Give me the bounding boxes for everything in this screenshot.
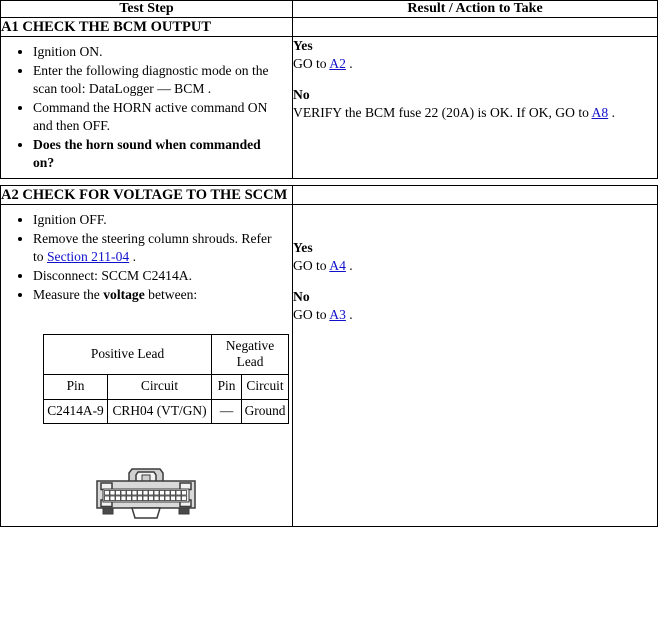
header-test-step: Test Step <box>0 0 293 19</box>
section-body-row-a2: Ignition OFF. Remove the steering column… <box>0 203 658 527</box>
list-item: Command the HORN active command ON and t… <box>33 99 284 135</box>
result-spacer <box>293 73 657 86</box>
result-yes-label: Yes <box>293 239 313 255</box>
step-title-a1: A1 CHECK THE BCM OUTPUT <box>0 17 293 38</box>
link-section-211-04[interactable]: Section 211-04 <box>47 249 129 264</box>
header-result-action: Result / Action to Take <box>292 0 658 19</box>
result-top-spacer <box>293 205 657 239</box>
result-yes-text-after: . <box>345 56 353 72</box>
result-no-text-after: . <box>608 105 615 121</box>
result-no-text-before: GO to <box>293 307 330 323</box>
lead-table-wrapper: Positive Lead Negative Lead Pin Circuit … <box>1 310 292 424</box>
result-yes-action: GO to A4 . <box>293 257 657 275</box>
step-list-a1: Ignition ON. Enter the following diagnos… <box>1 43 292 172</box>
section-body-row-a1: Ignition ON. Enter the following diagnos… <box>0 36 658 179</box>
step-title-a2-result-blank <box>292 184 658 205</box>
lead-subheader-pos-pin: Pin <box>43 374 108 400</box>
step-title-a2: A2 CHECK FOR VOLTAGE TO THE SCCM <box>0 184 293 205</box>
step-body-a1: Ignition ON. Enter the following diagnos… <box>0 36 293 179</box>
step-text: Measure the <box>33 286 104 302</box>
table-header-row: Test Step Result / Action to Take <box>0 0 658 19</box>
result-yes-text-before: GO to <box>293 56 330 72</box>
lead-header-positive: Positive Lead <box>42 333 213 376</box>
document-page: Test Step Result / Action to Take A1 CHE… <box>0 0 665 621</box>
lead-sub-header-row: Pin Circuit Pin Circuit <box>43 374 290 400</box>
list-item: Ignition OFF. <box>33 211 284 229</box>
step-text-after: . <box>129 248 136 264</box>
lead-subheader-pos-circuit: Circuit <box>106 374 213 400</box>
step-emphasis: voltage <box>103 286 145 302</box>
lead-cell-neg-pin: — <box>211 398 243 424</box>
result-yes-label: Yes <box>293 38 313 54</box>
lead-subheader-neg-circuit: Circuit <box>241 374 290 400</box>
list-item: Remove the steering column shrouds. Refe… <box>33 230 284 266</box>
connector-image-wrapper <box>1 424 292 526</box>
result-cell-a1: Yes GO to A2 . No VERIFY the BCM fuse 22… <box>292 36 658 179</box>
section-title-row-a2: A2 CHECK FOR VOLTAGE TO THE SCCM <box>0 184 658 205</box>
diagnostic-procedure-table-a2: A2 CHECK FOR VOLTAGE TO THE SCCM Ignitio… <box>0 184 658 527</box>
connector-image-inner <box>90 466 292 526</box>
list-item: Enter the following diagnostic mode on t… <box>33 62 284 98</box>
lead-header-negative: Negative Lead <box>211 333 290 376</box>
result-no-action: VERIFY the BCM fuse 22 (20A) is OK. If O… <box>293 104 657 122</box>
step-list-a2: Ignition OFF. Remove the steering column… <box>1 211 292 304</box>
result-yes-text-after: . <box>345 257 353 273</box>
lead-subheader-neg-pin: Pin <box>211 374 243 400</box>
section-title-row-a1: A1 CHECK THE BCM OUTPUT <box>0 17 658 38</box>
result-no-text-before: VERIFY the BCM fuse 22 (20A) is OK. If O… <box>293 105 592 121</box>
result-spacer <box>293 275 657 288</box>
lead-cell-pos-pin: C2414A-9 <box>43 398 108 424</box>
lead-group-header-row: Positive Lead Negative Lead <box>42 333 290 376</box>
link-a3[interactable]: A3 <box>329 307 346 322</box>
list-item: Measure the voltage between: <box>33 286 284 304</box>
list-item: Ignition ON. <box>33 43 284 61</box>
link-a8[interactable]: A8 <box>592 105 609 120</box>
list-item: Does the horn sound when commanded on? <box>33 136 284 172</box>
lead-measurement-table: Positive Lead Negative Lead Pin Circuit … <box>42 333 290 424</box>
lead-cell-pos-circuit: CRH04 (VT/GN) <box>106 398 213 424</box>
result-yes-action: GO to A2 . <box>293 55 657 73</box>
result-no-label: No <box>293 289 310 305</box>
step-title-a1-result-blank <box>292 17 658 38</box>
result-no-action: GO to A3 . <box>293 306 657 324</box>
table-row: C2414A-9 CRH04 (VT/GN) — Ground <box>43 398 290 424</box>
step-text-after: between: <box>144 286 198 302</box>
link-a4[interactable]: A4 <box>329 258 346 273</box>
result-no-text-after: . <box>345 307 353 323</box>
connector-pinout-icon <box>96 468 196 519</box>
step-body-a2: Ignition OFF. Remove the steering column… <box>0 203 293 527</box>
lead-cell-neg-circuit: Ground <box>241 398 290 424</box>
result-cell-a2: Yes GO to A4 . No GO to A3 . <box>292 203 658 527</box>
result-yes-text-before: GO to <box>293 257 330 273</box>
list-item: Disconnect: SCCM C2414A. <box>33 267 284 285</box>
link-a2[interactable]: A2 <box>329 56 346 71</box>
result-no-label: No <box>293 87 310 103</box>
diagnostic-procedure-table: Test Step Result / Action to Take A1 CHE… <box>0 0 658 179</box>
